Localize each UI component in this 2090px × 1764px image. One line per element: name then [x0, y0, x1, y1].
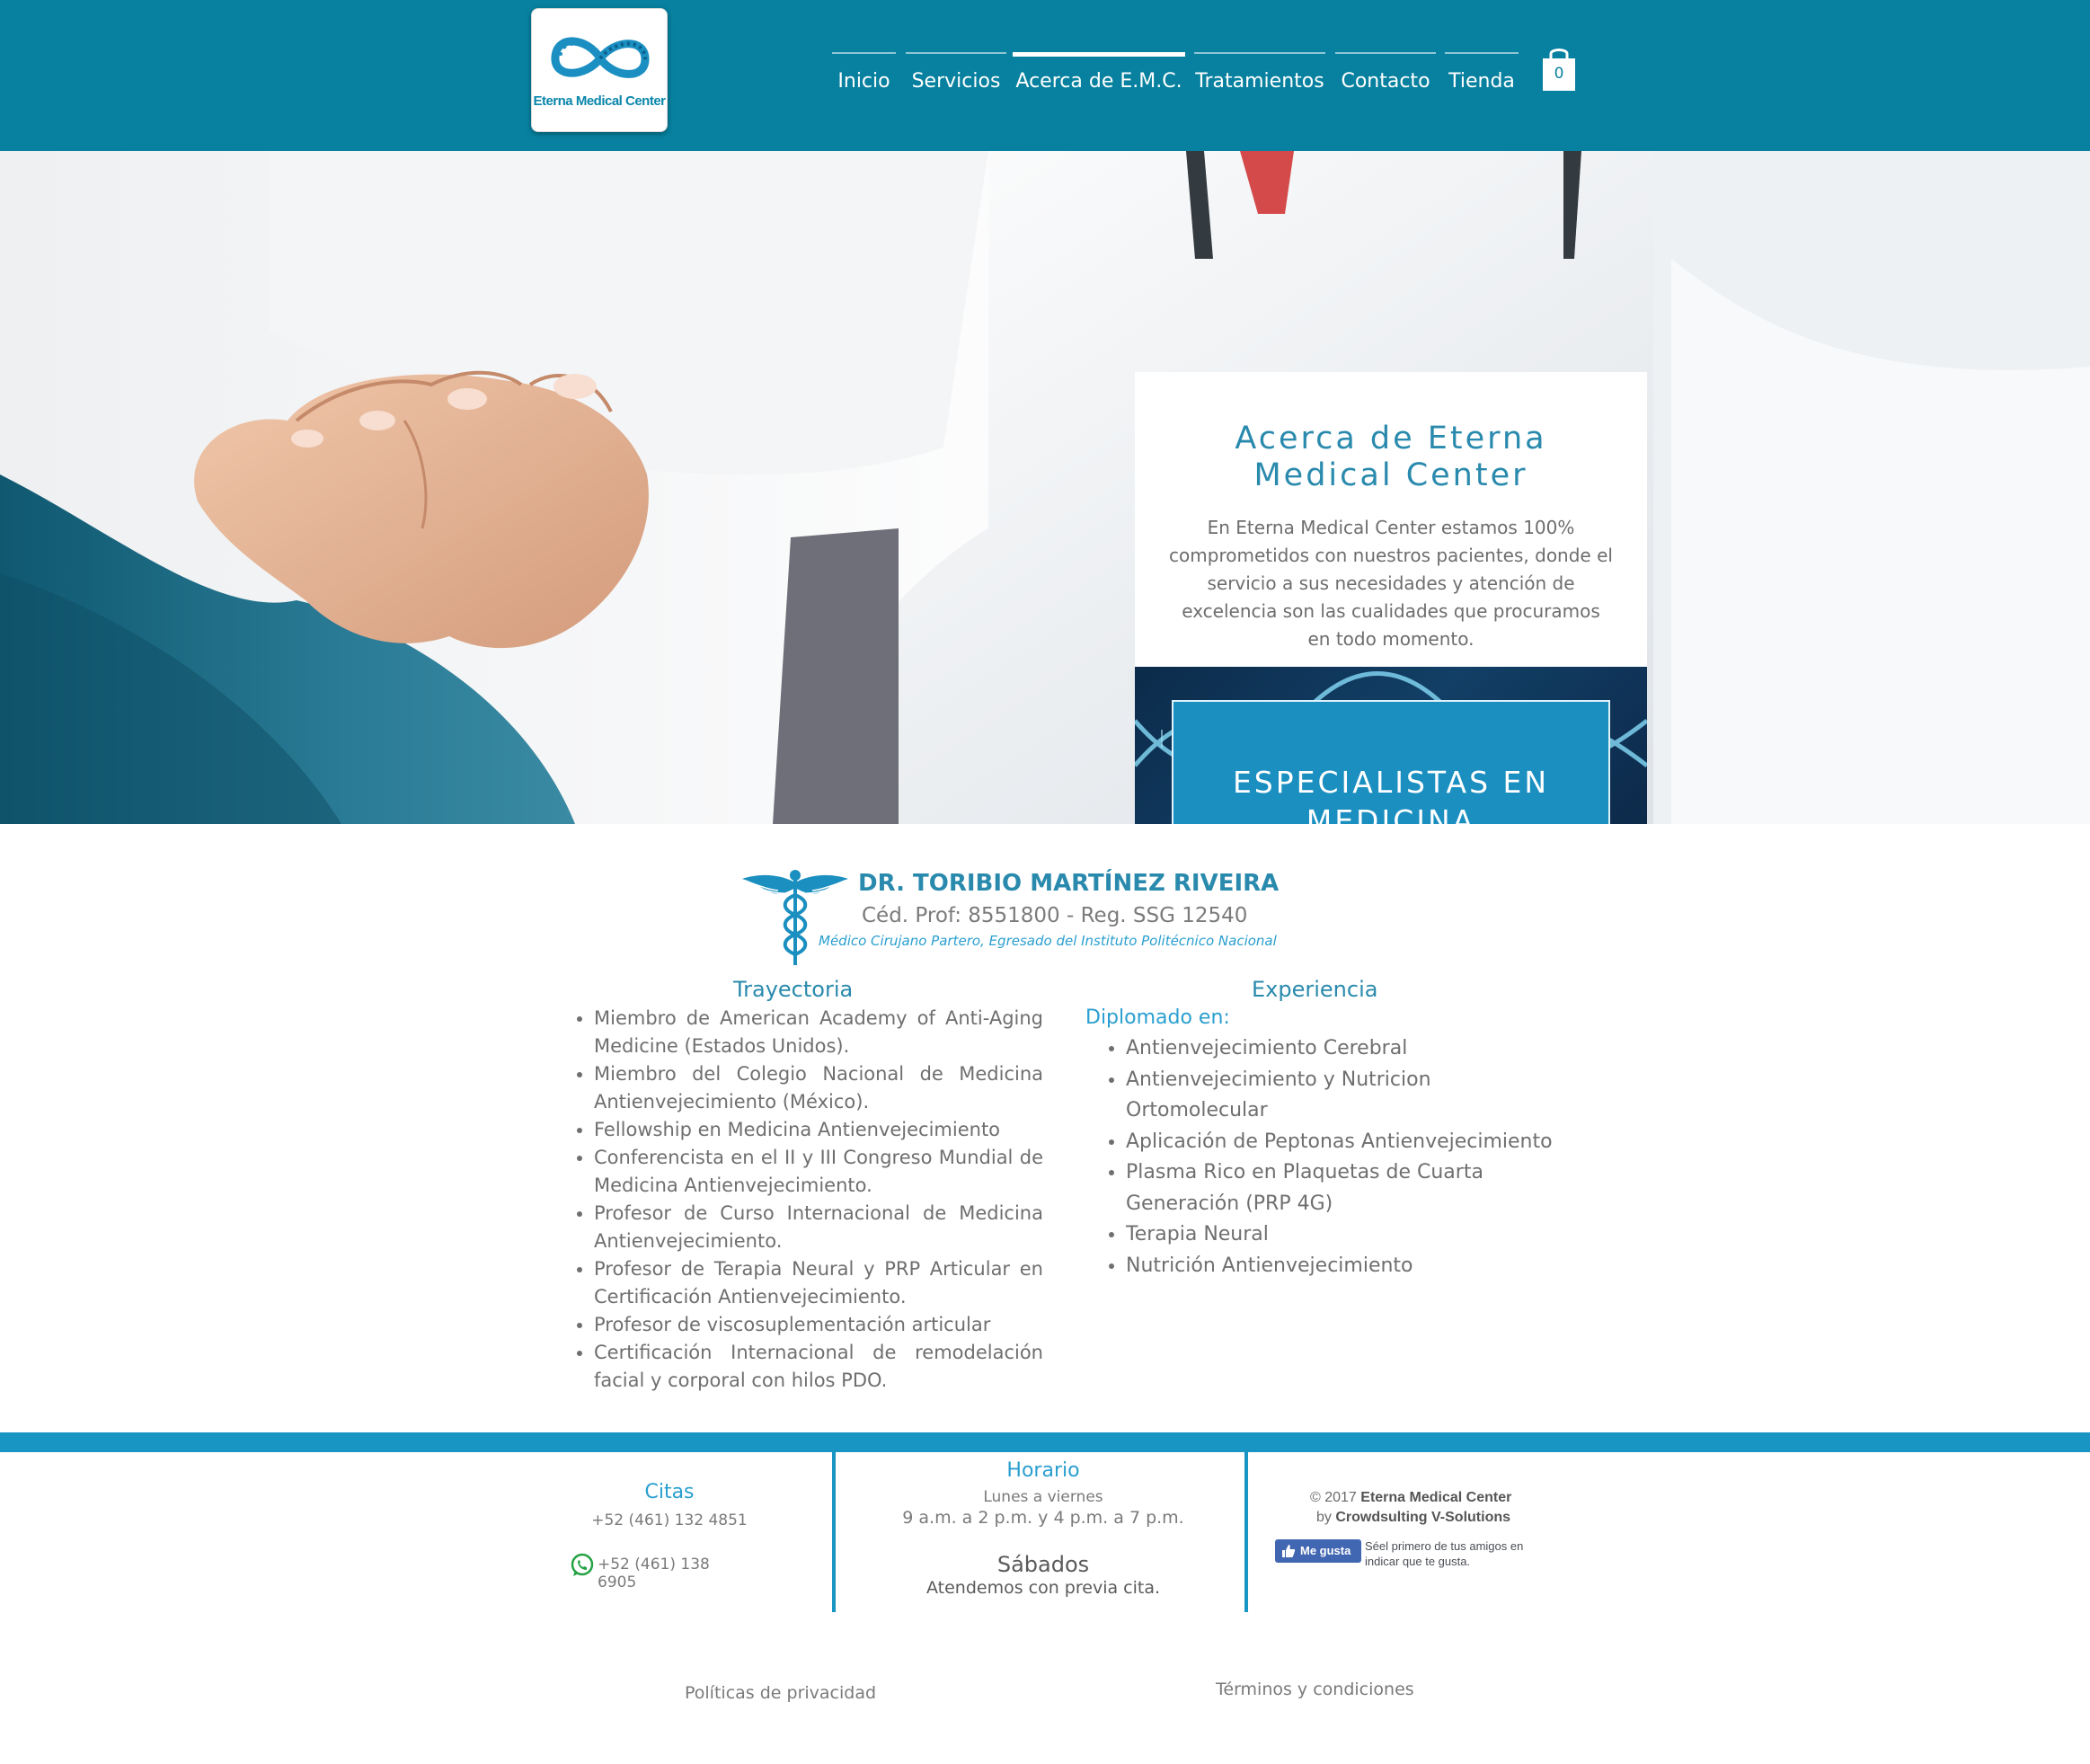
list-item: Terapia Neural	[1126, 1219, 1557, 1251]
by-prefix: by	[1316, 1510, 1332, 1525]
list-item: Nutrición Antienvejecimiento	[1126, 1251, 1557, 1282]
saturday-label: Sábados	[996, 1552, 1090, 1577]
saturday-note: Atendemos con previa cita.	[925, 1578, 1161, 1598]
list-item: Conferencista en el II y III Congreso Mu…	[594, 1144, 1043, 1200]
weekdays-hours: 9 a.m. a 2 p.m. y 4 p.m. a 7 p.m.	[902, 1508, 1184, 1528]
thumbs-up-icon	[1282, 1545, 1296, 1557]
list-item: Profesor de viscosuplementación articula…	[594, 1311, 1043, 1339]
facebook-like-text: Séel primero de tus amigos en indicar qu…	[1365, 1539, 1524, 1568]
whatsapp-icon	[571, 1553, 594, 1576]
logo-text: Eterna Medical Center	[533, 93, 666, 109]
list-item: Fellowship en Medicina Antienvejecimient…	[594, 1116, 1043, 1144]
phone-1[interactable]: +52 (461) 132 4851	[575, 1511, 764, 1529]
site-header: Eterna Medical Center Inicio Servicios A…	[0, 0, 2090, 151]
trayectoria-title: Trayectoria	[733, 977, 854, 1002]
list-item: Profesor de Terapia Neural y PRP Articul…	[594, 1255, 1043, 1311]
footer-divider	[1244, 1452, 1248, 1612]
cart-button[interactable]: 0	[1541, 45, 1577, 93]
trayectoria-list: Miembro de American Academy of Anti-Agin…	[575, 1005, 1043, 1395]
like-label: Me gusta	[1300, 1544, 1351, 1557]
list-item: Antienvejecimiento Cerebral	[1126, 1033, 1557, 1065]
nav-item-tienda[interactable]: Tienda	[1445, 52, 1519, 106]
experiencia-title: Experiencia	[1252, 977, 1378, 1002]
about-text: En Eterna Medical Center estamos 100% co…	[1169, 517, 1613, 650]
nav-item-servicios[interactable]: Servicios	[906, 52, 1006, 106]
weekdays-label: Lunes a viernes	[983, 1488, 1103, 1506]
cart-count: 0	[1554, 65, 1564, 83]
copyright: © 2017 Eterna Medical Center by Crowdsul…	[1276, 1488, 1581, 1528]
copyright-prefix: © 2017	[1310, 1490, 1357, 1505]
list-item: Plasma Rico en Plaquetas de Cuarta Gener…	[1126, 1157, 1557, 1219]
list-item: Profesor de Curso Internacional de Medic…	[594, 1200, 1043, 1255]
about-title: Acerca de Eterna Medical Center	[1235, 421, 1547, 493]
horario-title: Horario	[1006, 1459, 1080, 1482]
nav-item-inicio[interactable]: Inicio	[832, 52, 896, 106]
list-item: Certificación Internacional de remodelac…	[594, 1339, 1043, 1395]
nav-item-tratamientos[interactable]: Tratamientos	[1194, 52, 1325, 106]
facebook-like-button[interactable]: Me gusta	[1275, 1539, 1361, 1563]
footer-divider-bar	[0, 1432, 2090, 1452]
specialists-box: ESPECIALISTAS EN MEDICINA ANTIENVEJECIMI…	[1172, 700, 1610, 824]
doctor-cedula: Céd. Prof: 8551800 - Reg. SSG 12540	[862, 904, 1248, 927]
list-item: Miembro del Colegio Nacional de Medicina…	[594, 1060, 1043, 1116]
doctor-name: DR. TORIBIO MARTÍNEZ RIVEIRA	[858, 870, 1280, 897]
diplomado-label: Diplomado en:	[1085, 1006, 1230, 1029]
phone-2[interactable]: +52 (461) 138 6905	[598, 1556, 741, 1591]
nav-item-acerca[interactable]: Acerca de E.M.C.	[1013, 52, 1185, 106]
experiencia-list: Antienvejecimiento Cerebral Antienvejeci…	[1107, 1033, 1557, 1281]
caduceus-icon	[742, 870, 848, 965]
by-company[interactable]: Crowdsulting V-Solutions	[1335, 1510, 1510, 1525]
list-item: Miembro de American Academy of Anti-Agin…	[594, 1005, 1043, 1060]
nav-item-contacto[interactable]: Contacto	[1335, 52, 1436, 106]
hero-handshake-image	[0, 151, 2090, 824]
list-item: Antienvejecimiento y Nutricion Ortomolec…	[1126, 1065, 1557, 1127]
site-logo[interactable]: Eterna Medical Center	[531, 8, 668, 132]
footer-divider	[832, 1452, 836, 1612]
infinity-logo-icon	[551, 37, 650, 78]
privacy-link[interactable]: Políticas de privacidad	[685, 1683, 876, 1703]
doctor-description: Médico Cirujano Partero, Egresado del In…	[819, 933, 1277, 949]
terms-link[interactable]: Términos y condiciones	[1216, 1680, 1414, 1699]
list-item: Aplicación de Peptonas Antienvejecimient…	[1126, 1127, 1557, 1158]
hero-banner: Acerca de Eterna Medical Center En Etern…	[0, 151, 2090, 824]
about-card: Acerca de Eterna Medical Center En Etern…	[1135, 372, 1647, 667]
copyright-company: Eterna Medical Center	[1360, 1490, 1512, 1505]
citas-title: Citas	[644, 1481, 695, 1503]
